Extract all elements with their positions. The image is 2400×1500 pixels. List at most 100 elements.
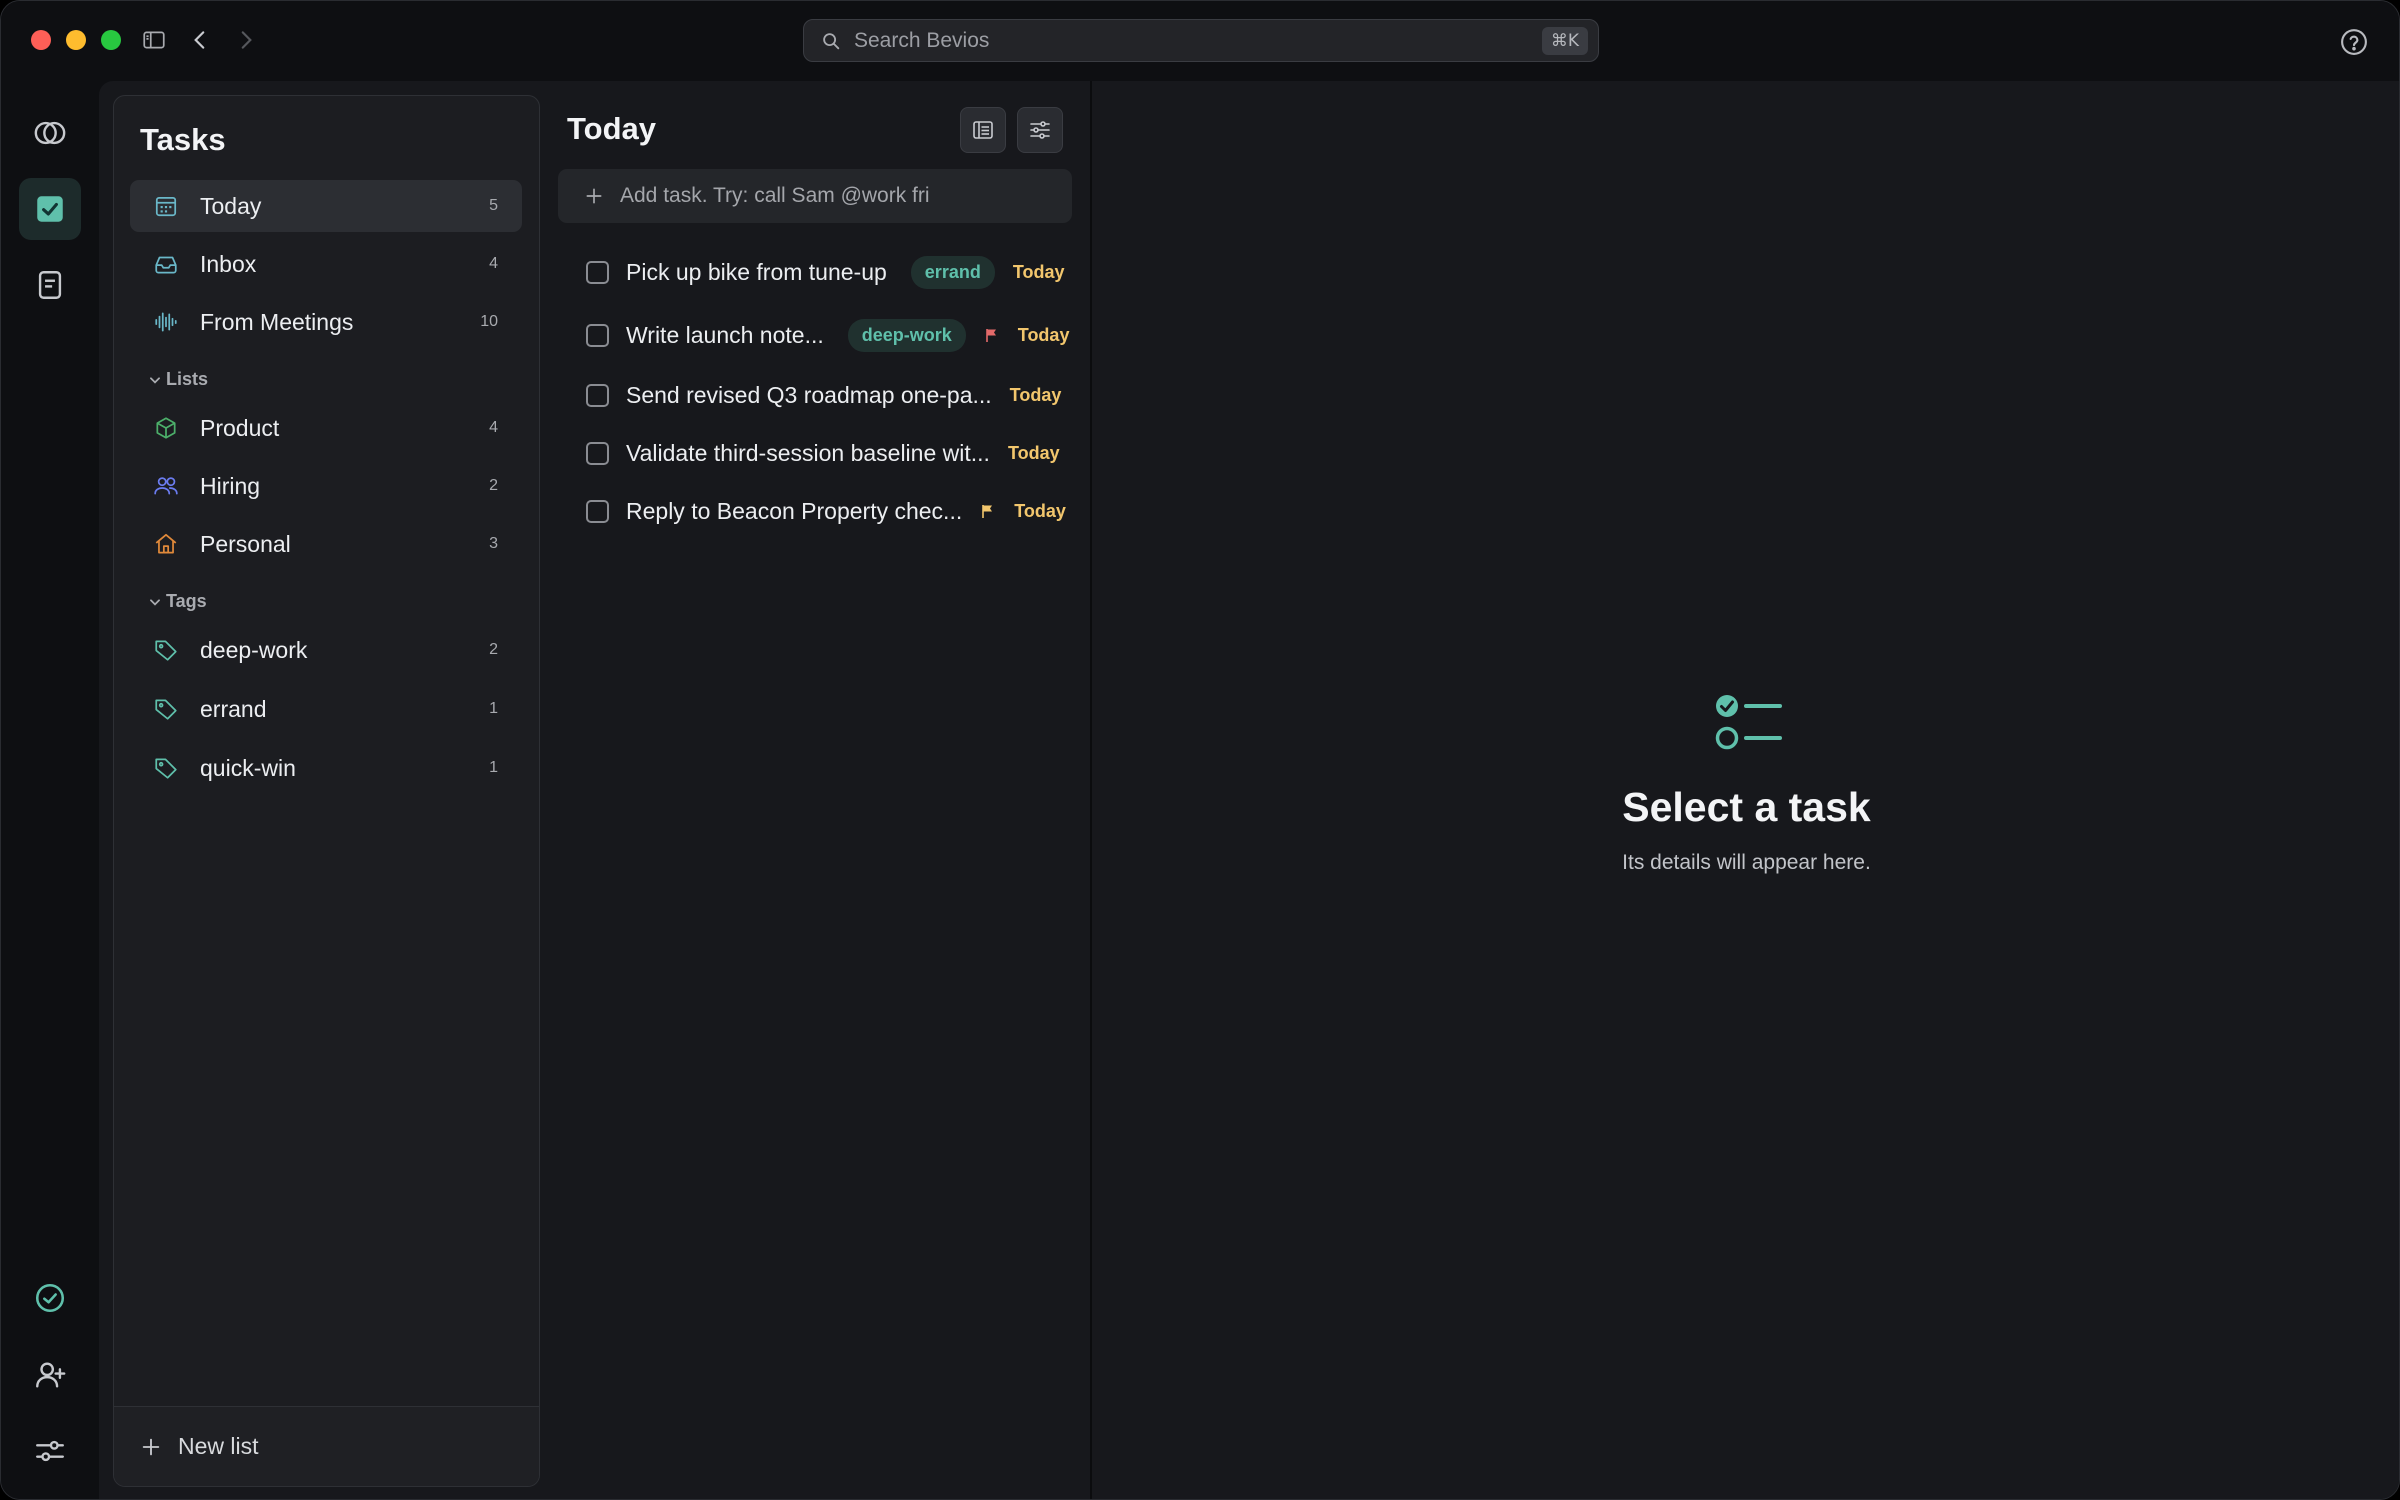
task-row[interactable]: Pick up bike from tune-up errand Today [558,246,1078,298]
tag-icon [152,636,180,664]
sidebar-item-count: 3 [489,535,498,552]
filter-button[interactable] [1017,107,1063,153]
chevron-down-icon [150,598,160,606]
task-checkbox[interactable] [586,260,609,284]
task-title: Send revised Q3 roadmap one-pa... [626,381,992,408]
task-tag-badge: deep-work [847,318,966,352]
sidebar-item-label: Hiring [200,472,261,499]
add-task-input[interactable] [620,184,1072,208]
sidebar-item-count: 4 [489,419,498,436]
sidebar-item-label: errand [200,695,267,722]
notes-icon [38,271,62,299]
tag-icon [152,695,180,723]
search-input[interactable] [854,28,1542,53]
sidebar-item-label: deep-work [200,636,308,663]
sidebar-item-label: Product [200,414,280,441]
task-row[interactable]: Write launch note... deep-work Today [558,309,1078,361]
sidebar-title: Tasks [140,122,226,157]
filter-sliders-icon [1030,121,1050,139]
rail-overlap-button[interactable] [19,102,81,164]
task-title: Pick up bike from tune-up [626,258,887,285]
sidebar-item-inbox[interactable]: Inbox 4 [130,238,522,290]
lists-heading: Lists [166,369,209,389]
close-window-button[interactable] [31,30,51,50]
search-bar[interactable]: ⌘K [803,19,1599,62]
sliders-icon [36,1440,64,1462]
tasks-sidebar: Tasks Today 5 Inbox 4 From Meetings 10 L… [113,95,540,1487]
task-due-date: Today [1014,500,1066,521]
flag-icon [985,329,996,342]
sidebar-item-tag-errand[interactable]: errand 1 [130,683,522,735]
sidebar-item-count: 10 [480,313,498,330]
sidebar-toggle-icon[interactable] [139,25,169,55]
plus-icon [586,188,602,204]
tags-section-toggle[interactable]: Tags [148,591,207,612]
empty-state-subtitle: Its details will appear here. [1622,851,1871,874]
task-due-date: Today [1007,442,1060,463]
flag-icon [982,505,993,518]
task-row[interactable]: Reply to Beacon Property chec... Today [558,485,1078,537]
rail-settings-button[interactable] [19,1420,81,1482]
waveform-icon [152,308,180,336]
app-window: ⌘K Tasks Today 5 [0,0,2400,1500]
rail-tasks-button[interactable] [19,178,81,240]
task-checkbox[interactable] [586,441,609,465]
task-checkbox[interactable] [586,499,609,523]
sidebar-item-count: 2 [489,641,498,658]
empty-state-title: Select a task [1622,784,1871,830]
view-toggle-button[interactable] [960,107,1006,153]
sidebar-item-label: Today [200,192,262,219]
sidebar-item-tag-deep-work[interactable]: deep-work 2 [130,624,522,676]
task-title: Validate third-session baseline wit... [626,439,990,466]
checkbox-icon [37,196,63,222]
help-icon[interactable] [2339,27,2369,57]
add-task-field[interactable] [558,169,1072,223]
task-title: Reply to Beacon Property chec... [626,497,963,524]
task-checkbox[interactable] [586,323,609,347]
back-arrow-icon[interactable] [185,25,215,55]
lists-section-toggle[interactable]: Lists [148,369,208,390]
task-list-title: Today [567,111,656,146]
sidebar-item-product[interactable]: Product 4 [130,402,522,454]
task-row[interactable]: Validate third-session baseline wit... T… [558,427,1078,479]
forward-arrow-icon[interactable] [231,25,261,55]
list-view-icon [973,121,993,139]
rail-add-user-button[interactable] [19,1344,81,1406]
sidebar-item-tag-quick-win[interactable]: quick-win 1 [130,742,522,794]
home-icon [152,530,180,558]
rail-status-button[interactable] [19,1267,81,1329]
sidebar-item-label: From Meetings [200,308,354,335]
sidebar-item-count: 1 [489,700,498,717]
sidebar-item-hiring[interactable]: Hiring 2 [130,460,522,512]
app-rail [1,81,99,1499]
inbox-icon [152,250,180,278]
zoom-window-button[interactable] [101,30,121,50]
search-shortcut-badge: ⌘K [1541,26,1588,55]
task-tag-badge: errand [910,255,995,289]
sidebar-item-label: Inbox [200,250,257,277]
task-checkbox[interactable] [586,383,609,407]
people-icon [152,472,180,500]
sidebar-item-count: 1 [489,759,498,776]
task-list-panel: Today Pick up bike from tune-up errand T… [541,81,1091,1499]
rail-notes-button[interactable] [19,254,81,316]
check-circle-icon [35,1283,65,1313]
box-icon [152,414,180,442]
tags-heading: Tags [166,591,207,611]
sidebar-item-personal[interactable]: Personal 3 [130,518,522,570]
title-bar: ⌘K [1,1,2399,81]
sidebar-item-label: Personal [200,530,291,557]
task-detail-panel: Select a task Its details will appear he… [1092,81,2399,1499]
chevron-down-icon [150,376,160,384]
sidebar-item-today[interactable]: Today 5 [130,180,522,232]
task-row[interactable]: Send revised Q3 roadmap one-pa... Today [558,369,1078,421]
sidebar-item-count: 2 [489,477,498,494]
new-list-button[interactable]: New list [114,1406,539,1486]
sidebar-item-from-meetings[interactable]: From Meetings 10 [130,296,522,348]
add-user-icon [36,1362,66,1388]
task-title: Write launch note... [626,321,824,348]
plus-icon [142,1438,160,1455]
minimize-window-button[interactable] [66,30,86,50]
sidebar-item-count: 4 [489,255,498,272]
new-list-label: New list [178,1433,259,1459]
